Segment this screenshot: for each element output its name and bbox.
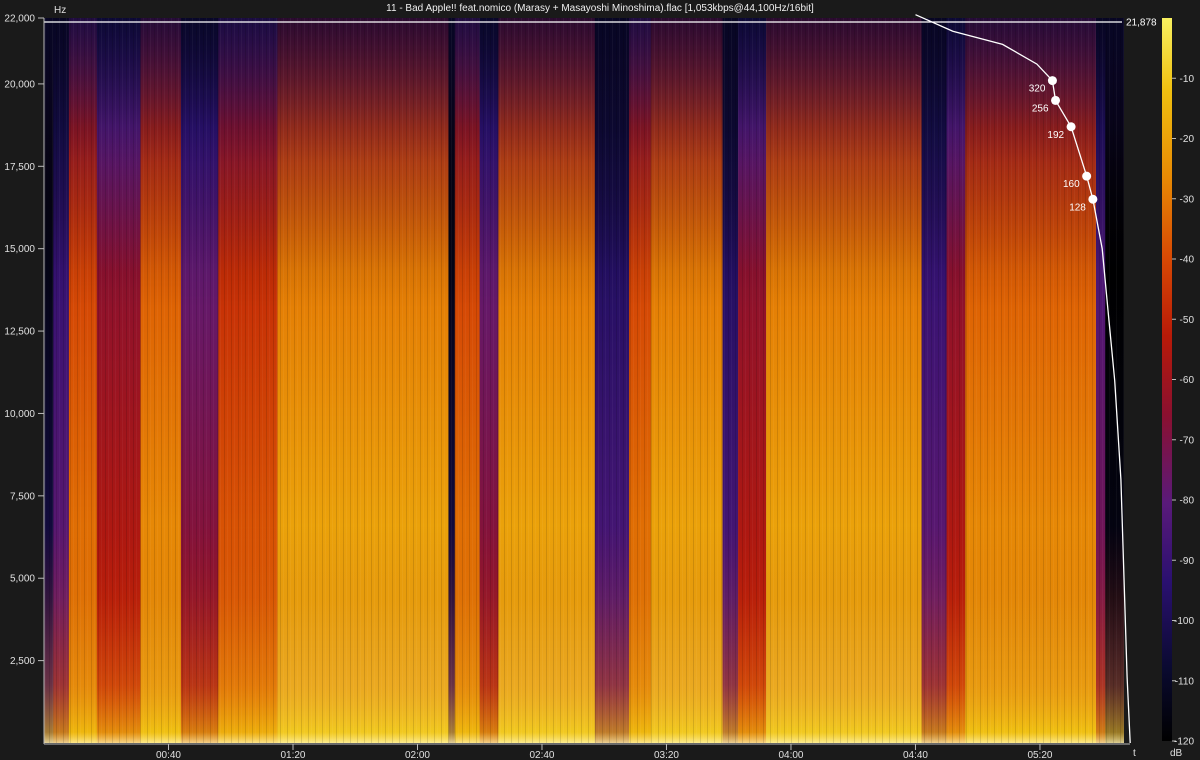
x-tick-label: 03:20	[654, 750, 679, 760]
colorbar-tick-label: -80	[1180, 496, 1195, 507]
colorbar-tick-label: -90	[1180, 556, 1195, 567]
bitrate-marker-label: 256	[1032, 103, 1049, 114]
bitrate-marker-label: 128	[1069, 202, 1086, 213]
bitrate-marker-label: 320	[1029, 84, 1046, 95]
y-ticks: 22,000 20,000 17,500 15,000 12,500 10,000 7,50…	[4, 14, 44, 667]
colorbar-gradient	[1162, 18, 1172, 741]
colorbar-tick-label: -60	[1180, 375, 1195, 386]
colorbar-tick-label: -40	[1180, 255, 1195, 266]
x-tick-label: 02:40	[529, 750, 554, 760]
x-tick-label: 01:20	[280, 750, 305, 760]
bitrate-marker-dot	[1047, 76, 1057, 86]
colorbar-tick-label: -70	[1180, 435, 1195, 446]
spectrogram-plot: 21,878 320 256 192 160 128	[44, 14, 1157, 744]
x-tick-label: 04:40	[903, 750, 928, 760]
spectrogram-chart: 21,878 320 256 192 160 128 Hz t 22,000 20,000…	[4, 5, 1194, 760]
x-axis-label: t	[1133, 748, 1136, 759]
y-tick-label: 22,000	[4, 14, 35, 25]
colorbar: -10-20-30-40-50-60-70-80-90-100-110-120 …	[1162, 18, 1194, 759]
colorbar-tick-label: -110	[1175, 676, 1195, 687]
bitrate-marker-dot	[1066, 122, 1076, 132]
colorbar-label: dB	[1170, 748, 1183, 759]
cutoff-line-label: 21,878	[1126, 18, 1157, 29]
y-tick-label: 5,000	[10, 574, 35, 585]
bitrate-marker-label: 192	[1047, 130, 1064, 141]
x-tick-label: 05:20	[1027, 750, 1052, 760]
x-tick-label: 00:40	[156, 750, 181, 760]
y-tick-label: 7,500	[10, 491, 35, 502]
y-axis-label: Hz	[54, 5, 66, 16]
x-tick-label: 04:00	[778, 750, 803, 760]
y-tick-label: 17,500	[4, 162, 35, 173]
y-tick-label: 10,000	[4, 409, 35, 420]
colorbar-tick-label: -50	[1180, 315, 1195, 326]
y-tick-label: 15,000	[4, 244, 35, 255]
colorbar-tick-label: -120	[1174, 737, 1194, 748]
bitrate-marker-dot	[1051, 95, 1061, 105]
bitrate-marker-dot	[1088, 194, 1098, 204]
x-ticks: 00:40 01:20 02:00 02:40 03:20 04:00 04:40 05:20	[156, 744, 1053, 760]
y-tick-label: 12,500	[4, 327, 35, 338]
colorbar-tick-label: -20	[1180, 134, 1195, 145]
texture-overlay	[44, 18, 1124, 743]
colorbar-tick-label: -30	[1180, 194, 1195, 205]
colorbar-tick-label: -10	[1180, 74, 1195, 85]
colorbar-tick-label: -100	[1174, 616, 1194, 627]
bitrate-marker-dot	[1082, 171, 1092, 181]
y-tick-label: 2,500	[10, 656, 35, 667]
y-tick-label: 20,000	[4, 79, 35, 90]
bitrate-marker-label: 160	[1063, 179, 1080, 190]
colorbar-ticks: -10 -20 -30 -40 -50 -60 -70 -80 -90 -100 -110 -120	[1172, 74, 1194, 748]
x-tick-label: 02:00	[405, 750, 430, 760]
